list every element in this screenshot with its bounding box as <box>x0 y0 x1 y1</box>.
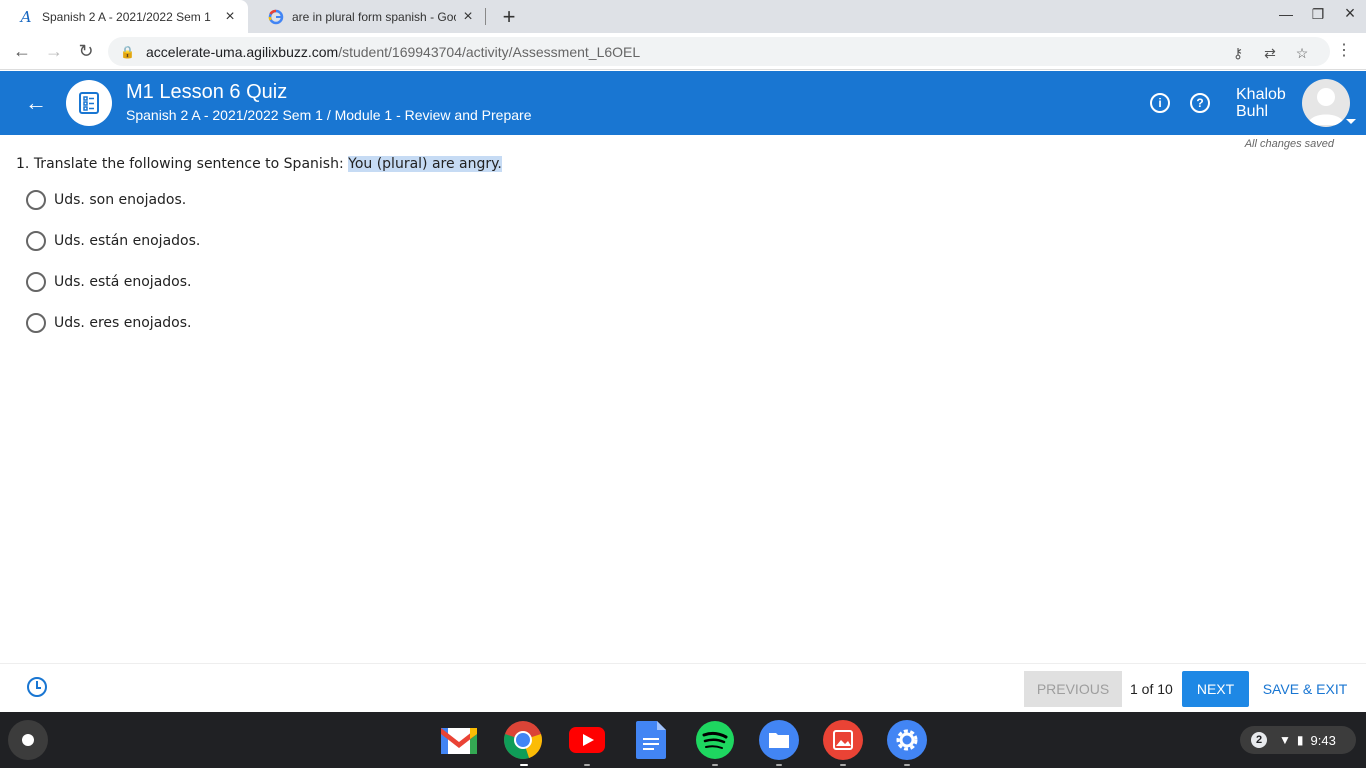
address-bar[interactable]: 🔒 accelerate-uma.agilixbuzz.com /student… <box>108 37 1330 66</box>
spotify-icon[interactable] <box>695 720 735 760</box>
radio-button[interactable] <box>26 272 46 292</box>
notification-count: 2 <box>1251 732 1267 748</box>
question-number: 1. <box>16 156 30 172</box>
info-icon[interactable]: i <box>1150 93 1170 113</box>
bookmark-star-icon[interactable]: ☆ <box>1292 43 1312 63</box>
question-prompt: Translate the following sentence to Span… <box>33 156 344 172</box>
app-indicator <box>904 764 910 766</box>
system-tray[interactable]: 2 ▼ ▮ 9:43 <box>1240 726 1356 754</box>
user-menu-caret-icon[interactable] <box>1346 119 1356 124</box>
user-first-name: Khalob <box>1236 86 1286 103</box>
app-header: ← M1 Lesson 6 Quiz Spanish 2 A - 2021/20… <box>0 71 1366 135</box>
app-indicator <box>776 764 782 766</box>
radio-button[interactable] <box>26 231 46 251</box>
forward-icon[interactable]: → <box>42 39 66 63</box>
clock-icon[interactable] <box>27 677 47 697</box>
docs-icon[interactable] <box>631 720 671 760</box>
breadcrumb: Spanish 2 A - 2021/2022 Sem 1 / Module 1… <box>126 107 532 123</box>
google-icon <box>268 9 284 25</box>
save-exit-button[interactable]: SAVE & EXIT <box>1262 671 1348 707</box>
browser-tab-active[interactable]: A Spanish 2 A - 2021/2022 Sem 1 × <box>0 0 248 33</box>
url-domain: accelerate-uma.agilixbuzz.com <box>146 43 339 60</box>
answer-option[interactable]: Uds. están enojados. <box>26 231 200 251</box>
agilix-logo-icon: A <box>20 7 32 26</box>
save-status: All changes saved <box>1244 138 1334 150</box>
tab-title: Spanish 2 A - 2021/2022 Sem 1 <box>42 9 211 24</box>
battery-icon: ▮ <box>1296 733 1304 747</box>
browser-toolbar: ← → ↻ 🔒 accelerate-uma.agilixbuzz.com /s… <box>0 33 1366 70</box>
answer-label: Uds. están enojados. <box>54 233 201 249</box>
browser-tabstrip: A Spanish 2 A - 2021/2022 Sem 1 × are in… <box>0 0 1366 33</box>
answer-option[interactable]: Uds. son enojados. <box>26 190 186 210</box>
quiz-icon <box>66 80 112 126</box>
translate-icon[interactable]: ⇄ <box>1260 43 1280 63</box>
restore-icon[interactable]: ❐ <box>1306 6 1330 23</box>
question-sentence: You (plural) are angry. <box>348 156 502 172</box>
chrome-icon[interactable] <box>503 720 543 760</box>
youtube-icon[interactable] <box>567 720 607 760</box>
key-icon[interactable]: ⚷ <box>1228 43 1248 63</box>
back-arrow-icon[interactable]: ← <box>24 91 48 115</box>
tab-close-icon[interactable]: × <box>456 8 480 26</box>
answer-option[interactable]: Uds. eres enojados. <box>26 313 191 333</box>
settings-icon[interactable] <box>887 720 927 760</box>
app-indicator <box>840 764 846 766</box>
next-button[interactable]: NEXT <box>1182 671 1249 707</box>
quiz-footer: PREVIOUS 1 of 10 NEXT SAVE & EXIT <box>0 663 1366 712</box>
page-counter: 1 of 10 <box>1130 681 1173 697</box>
wifi-icon: ▼ <box>1279 733 1291 747</box>
browser-menu-icon[interactable]: ⋮ <box>1336 40 1352 60</box>
back-icon[interactable]: ← <box>10 39 34 63</box>
radio-button[interactable] <box>26 313 46 333</box>
page-title: M1 Lesson 6 Quiz <box>126 81 288 103</box>
tab-title: are in plural form spanish - Goog <box>292 9 456 24</box>
lock-icon: 🔒 <box>120 44 135 59</box>
user-name: Khalob Buhl <box>1236 86 1286 120</box>
answer-label: Uds. eres enojados. <box>54 315 192 331</box>
answer-label: Uds. son enojados. <box>54 192 187 208</box>
browser-tab-inactive[interactable]: are in plural form spanish - Goog × <box>250 0 486 33</box>
answer-label: Uds. está enojados. <box>54 274 192 290</box>
answer-option[interactable]: Uds. está enojados. <box>26 272 191 292</box>
previous-button[interactable]: PREVIOUS <box>1024 671 1122 707</box>
new-tab-button[interactable]: + <box>497 4 521 30</box>
gallery-icon[interactable] <box>823 720 863 760</box>
app-indicator <box>712 764 718 766</box>
minimize-icon[interactable]: — <box>1274 6 1298 22</box>
close-window-icon[interactable]: × <box>1338 3 1362 24</box>
files-icon[interactable] <box>759 720 799 760</box>
tab-close-icon[interactable]: × <box>218 8 242 26</box>
os-shelf: 2 ▼ ▮ 9:43 <box>0 712 1366 768</box>
active-app-indicator <box>520 764 528 766</box>
question-text: 1. Translate the following sentence to S… <box>16 156 502 172</box>
avatar[interactable] <box>1302 79 1350 127</box>
url-path: /student/169943704/activity/Assessment_L… <box>338 43 641 60</box>
gmail-icon[interactable] <box>439 720 479 760</box>
clock-time: 9:43 <box>1310 732 1336 748</box>
radio-button[interactable] <box>26 190 46 210</box>
reload-icon[interactable]: ↻ <box>74 39 98 63</box>
app-indicator <box>584 764 590 766</box>
help-icon[interactable]: ? <box>1190 93 1210 113</box>
user-last-name: Buhl <box>1236 103 1269 120</box>
launcher-icon[interactable] <box>8 720 48 760</box>
